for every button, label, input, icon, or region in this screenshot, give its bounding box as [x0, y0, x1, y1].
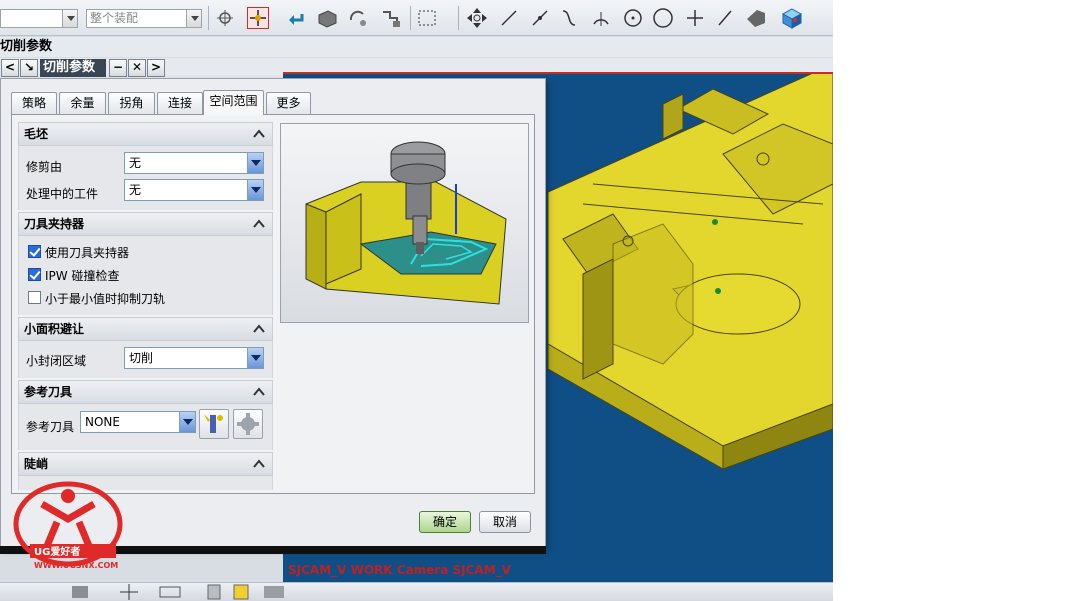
chevron-down-icon[interactable]: [247, 348, 263, 368]
tab-strategy[interactable]: 策略: [11, 92, 57, 114]
ug-logo-graphic: UG爱好者 WWW.UGSNX.COM: [13, 481, 123, 570]
plus-icon[interactable]: [684, 7, 706, 29]
tab-panel-containment: 毛坯 修剪由 无 处理中的工件 无 刀具夹持器 使用刀具夹持器 IPW 碰撞检查…: [11, 114, 535, 494]
edit-tool-button[interactable]: [233, 409, 263, 439]
trim-by-label: 修剪由: [26, 160, 63, 174]
viewport-camera-label: SJCAM_V WORK Camera SJCAM_V: [288, 563, 511, 577]
line-dash-icon[interactable]: [529, 7, 551, 29]
nav-title: 切削参数: [40, 59, 106, 77]
bottom-toolbar: [0, 582, 833, 601]
circle-point-icon[interactable]: [622, 7, 644, 29]
trim-by-select[interactable]: 无: [124, 152, 264, 174]
use-holder-label: 使用刀具夹持器: [45, 246, 130, 260]
tab-containment[interactable]: 空间范围: [203, 90, 264, 115]
snap-point-active-icon[interactable]: [247, 7, 269, 29]
snap-point-icon[interactable]: [214, 7, 236, 29]
ref-tool-value: NONE: [85, 415, 120, 429]
chevron-up-icon[interactable]: [252, 217, 266, 231]
rotate-icon[interactable]: [347, 7, 369, 29]
group-title-ref-tool: 参考刀具: [24, 385, 73, 399]
new-tool-button[interactable]: [199, 409, 229, 439]
group-body-holder: 使用刀具夹持器 IPW 碰撞检查 小于最小值时抑制刀轨: [18, 236, 273, 315]
group-header-small-area[interactable]: 小面积避让: [18, 317, 273, 341]
cube-icon[interactable]: [781, 7, 803, 29]
ugsnx-watermark-logo: UG爱好者 WWW.UGSNX.COM: [12, 474, 132, 574]
dialog-title-row: 切削参数: [0, 37, 833, 57]
ipw-label: 处理中的工件: [26, 187, 99, 201]
slash-icon[interactable]: [714, 7, 736, 29]
containment-preview-image: [280, 123, 529, 323]
nx-application-window: 整个装配 切削参数 < ↘ 切削参数 − ✕ > SJCAM_V WORK Ca…: [0, 0, 833, 601]
dock-arrow-button[interactable]: ↘: [20, 59, 38, 77]
group-header-holder[interactable]: 刀具夹持器: [18, 212, 273, 236]
gear-icon: [237, 413, 259, 435]
transform-icon[interactable]: [380, 7, 402, 29]
selection-scope-combo[interactable]: 整个装配: [86, 9, 202, 28]
chevron-down-icon[interactable]: [186, 10, 201, 27]
line-icon[interactable]: [498, 7, 520, 29]
chevron-down-icon[interactable]: [247, 180, 263, 200]
logo-url-text: WWW.UGSNX.COM: [34, 561, 118, 570]
group-title-small-area: 小面积避让: [24, 322, 85, 336]
group-title-holder: 刀具夹持器: [24, 217, 85, 231]
chevron-up-icon[interactable]: [252, 322, 266, 336]
bottom-toolbar-icons: [72, 584, 284, 600]
toolbar-separator: [410, 6, 411, 30]
ipw-collision-label: IPW 碰撞检查: [45, 269, 120, 283]
chevron-up-icon[interactable]: [252, 385, 266, 399]
chevron-down-icon[interactable]: [179, 412, 195, 432]
arc-icon[interactable]: [590, 7, 612, 29]
chevron-up-icon[interactable]: [252, 127, 266, 141]
closed-area-label: 小封闭区域: [26, 354, 87, 368]
ref-tool-label: 参考刀具: [26, 420, 75, 434]
shape-icon[interactable]: [745, 7, 767, 29]
closed-area-select[interactable]: 切削: [124, 347, 264, 369]
chevron-down-icon[interactable]: [62, 10, 77, 27]
group-header-blank[interactable]: 毛坯: [18, 122, 273, 146]
tab-stock[interactable]: 余量: [59, 92, 106, 114]
tab-connections[interactable]: 连接: [157, 92, 203, 114]
group-body-ref-tool: 参考刀具 NONE: [18, 404, 273, 450]
forward-button[interactable]: >: [147, 59, 165, 77]
group-header-steep[interactable]: 陡峭: [18, 452, 273, 476]
circle-icon[interactable]: [652, 7, 674, 29]
undo-arrow-icon[interactable]: [285, 7, 307, 29]
suppress-toolpath-label: 小于最小值时抑制刀轨: [45, 292, 166, 306]
closed-area-value: 切削: [129, 351, 154, 365]
cancel-button[interactable]: 取消: [479, 511, 531, 533]
ipw-value: 无: [129, 183, 142, 197]
ipw-select[interactable]: 无: [124, 179, 264, 201]
ref-tool-select[interactable]: NONE: [80, 411, 196, 433]
ok-button[interactable]: 确定: [419, 511, 471, 533]
group-body-small-area: 小封闭区域 切削: [18, 341, 273, 378]
tab-more[interactable]: 更多: [266, 92, 311, 114]
select-box-icon[interactable]: [416, 7, 438, 29]
minimize-button[interactable]: −: [109, 59, 127, 77]
tool-holder-illustration: [305, 141, 507, 305]
group-title-blank: 毛坯: [24, 127, 49, 141]
ipw-collision-checkbox[interactable]: [28, 268, 41, 281]
group-body-blank: 修剪由 无 处理中的工件 无: [18, 146, 273, 210]
close-button[interactable]: ✕: [128, 59, 146, 77]
new-tool-icon: [204, 414, 223, 433]
selection-scope-value: 整个装配: [90, 11, 139, 25]
trim-by-value: 无: [129, 156, 142, 170]
chevron-down-icon[interactable]: [247, 153, 263, 173]
group-title-steep: 陡峭: [24, 457, 49, 471]
tab-corners[interactable]: 拐角: [108, 92, 155, 114]
curve-icon[interactable]: [558, 7, 580, 29]
chevron-up-icon[interactable]: [252, 457, 266, 471]
type-filter-combo[interactable]: [0, 9, 78, 28]
use-holder-checkbox[interactable]: [28, 245, 41, 258]
back-button[interactable]: <: [1, 59, 19, 77]
main-toolbar: 整个装配: [0, 0, 833, 36]
dialog-title-label: 切削参数: [0, 39, 53, 54]
toolbar-separator: [208, 6, 209, 30]
toolbar-separator: [458, 6, 459, 30]
move-arrows-icon[interactable]: [466, 7, 488, 29]
suppress-toolpath-checkbox[interactable]: [28, 291, 41, 304]
logo-text: UG爱好者: [34, 545, 80, 558]
group-header-ref-tool[interactable]: 参考刀具: [18, 380, 273, 404]
box-view-icon[interactable]: [316, 7, 338, 29]
